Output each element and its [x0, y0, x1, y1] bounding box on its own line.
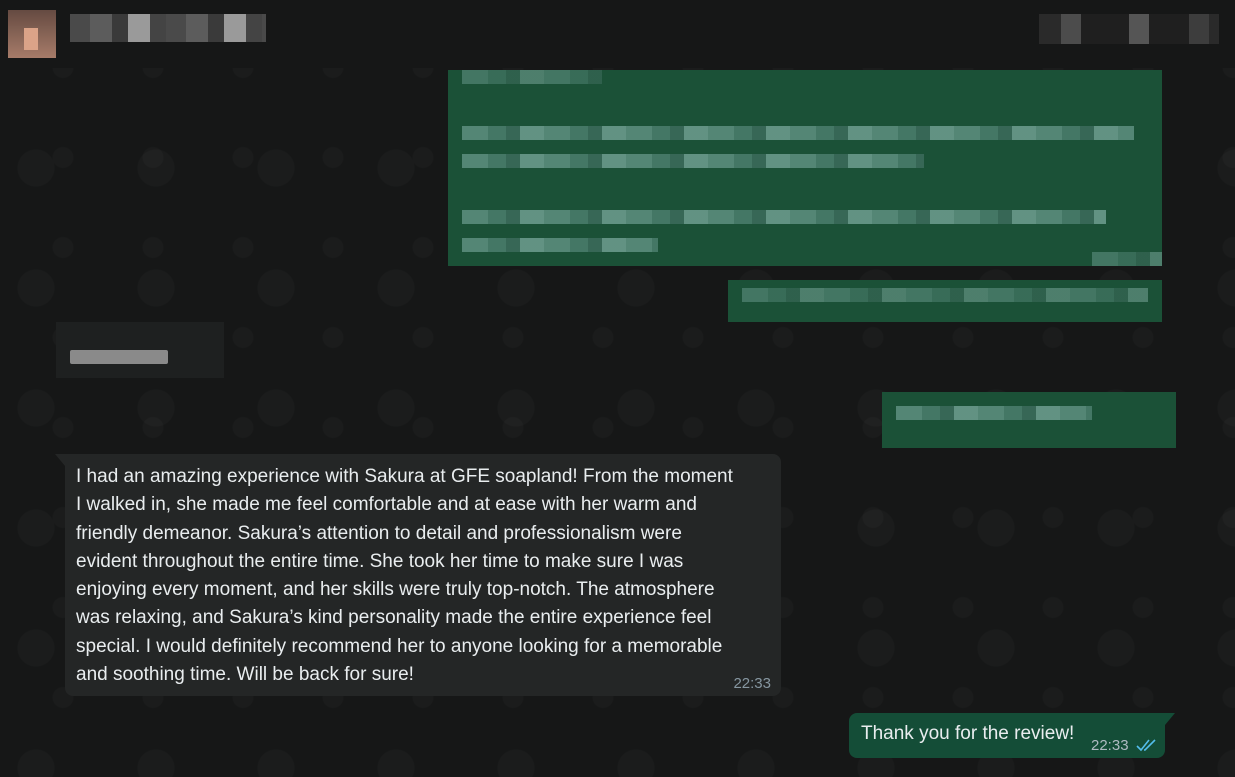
outgoing-message-text: Thank you for the review!: [861, 723, 1075, 744]
outgoing-message-time: 22:33: [1091, 737, 1129, 754]
double-check-read-icon: [1136, 739, 1156, 752]
redacted-time: [1092, 252, 1162, 266]
redacted-line: [742, 288, 1148, 302]
redacted-line: [462, 126, 1134, 140]
redacted-line: [462, 70, 602, 84]
redacted-line: [462, 154, 924, 168]
chat-header: [0, 0, 1235, 68]
redacted-outgoing-message: [882, 392, 1176, 448]
redacted-outgoing-message: [448, 70, 1162, 266]
header-actions-redacted[interactable]: [1039, 14, 1219, 44]
incoming-message-bubble[interactable]: I had an amazing experience with Sakura …: [55, 454, 781, 696]
outgoing-message-bubble[interactable]: Thank you for the review! 22:33: [849, 713, 1175, 758]
incoming-message-text: I had an amazing experience with Sakura …: [76, 466, 733, 686]
redacted-line: [462, 238, 658, 252]
redacted-outgoing-message: [728, 280, 1162, 322]
redacted-incoming-message: [56, 322, 224, 378]
contact-name-redacted[interactable]: [70, 14, 266, 42]
incoming-message-time: 22:33: [733, 675, 771, 692]
contact-avatar[interactable]: [8, 10, 56, 58]
redacted-line: [896, 406, 1092, 420]
redacted-line: [70, 350, 168, 364]
redacted-line: [462, 210, 1106, 224]
